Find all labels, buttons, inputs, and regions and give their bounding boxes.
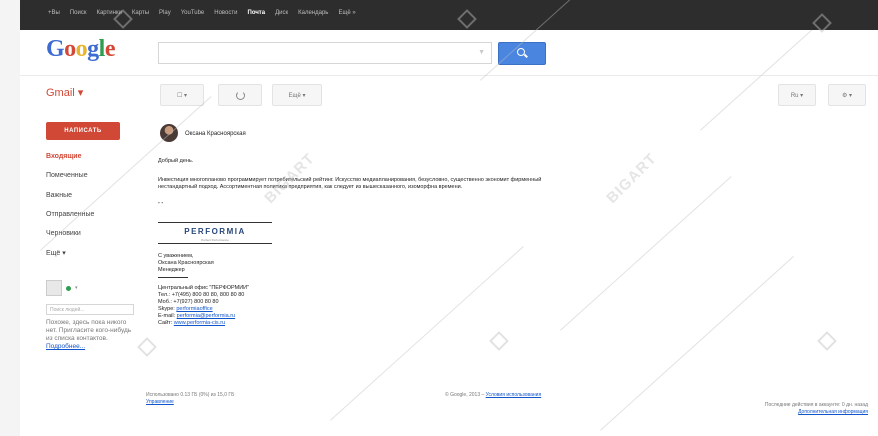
chat-panel: ▾ Поиск людей... Похоже, здесь пока нико… — [46, 280, 136, 350]
last-activity-text: Последние действия в аккаунте: 0 дн. наз… — [764, 402, 868, 408]
email-link[interactable]: performia@performia.ru — [177, 313, 235, 319]
search-icon — [517, 48, 525, 56]
terms-link[interactable]: Условия использования — [486, 392, 542, 398]
left-gutter — [0, 0, 20, 436]
performia-logo: PERFORMIA — [184, 227, 246, 236]
more-button[interactable]: Ещё ▾ — [272, 84, 322, 106]
signature-phone: Тел.: +7(495) 800 80 80, 800 80 80 — [158, 292, 245, 298]
watermark-logo-icon — [817, 331, 837, 351]
signature-mobile: Моб.: +7(927) 800 80 80 — [158, 299, 219, 305]
search-button[interactable] — [498, 42, 546, 65]
select-checkbox-button[interactable]: ☐ ▾ — [160, 84, 204, 106]
storage-usage: Использовано 0.13 ГБ (0%) из 15,0 ГБ — [146, 392, 235, 398]
site-label: Сайт: — [158, 320, 173, 326]
top-bar-link[interactable]: +Вы — [48, 10, 60, 16]
copyright-text: © Google, 2013 – — [445, 392, 485, 398]
sidebar-item-sent[interactable]: Отправленные — [46, 211, 94, 218]
signature-top-rule — [158, 222, 272, 223]
top-bar-link[interactable]: Диск — [275, 10, 288, 16]
signature-name: Оксана Красноярская — [158, 260, 214, 266]
top-bar-link[interactable]: YouTube — [181, 10, 205, 16]
top-bar-link[interactable]: Play — [159, 10, 171, 16]
top-bar-link[interactable]: Почта — [248, 10, 266, 16]
top-bar-link[interactable]: Новости — [214, 10, 237, 16]
chat-search-input[interactable]: Поиск людей... — [46, 304, 134, 315]
compose-button[interactable]: НАПИСАТЬ — [46, 122, 120, 140]
signature-bottom-rule — [158, 243, 272, 244]
watermark-line — [700, 29, 813, 131]
chat-empty-text: Похоже, здесь пока никого нет. Пригласит… — [46, 319, 132, 342]
top-bar-link[interactable]: Поиск — [70, 10, 87, 16]
email-label: E-mail: — [158, 313, 176, 319]
signature-short-rule — [158, 277, 188, 278]
site-link[interactable]: www.performia-cis.ru — [174, 320, 225, 326]
watermark-logo-icon — [489, 331, 509, 351]
gmail-window: +Вы Поиск Картинки Карты Play YouTube Новости П… — [0, 0, 878, 436]
sidebar-item-starred[interactable]: Помеченные — [46, 172, 88, 179]
sidebar-item-important[interactable]: Важные — [46, 192, 72, 199]
watermark-line — [560, 176, 732, 331]
performia-logo-subtitle: Perfect Performance — [201, 238, 229, 242]
signature-separator: - - — [158, 200, 164, 206]
top-bar-link[interactable]: Календарь — [298, 10, 328, 16]
search-options-icon[interactable]: ▼ — [478, 49, 485, 56]
skype-label: Skype: — [158, 306, 175, 312]
google-top-bar: +Вы Поиск Картинки Карты Play YouTube Новости П… — [20, 0, 878, 30]
user-avatar-icon[interactable] — [46, 280, 62, 296]
signature-site: Сайт: www.performia-cis.ru — [158, 320, 225, 327]
refresh-icon — [235, 90, 245, 100]
watermark-logo-icon — [137, 337, 157, 357]
skype-link[interactable]: performiaoffice — [176, 306, 212, 312]
sender-name[interactable]: Оксана Красноярская — [185, 131, 246, 137]
footer-activity: Последние действия в аккаунте: 0 дн. наз… — [765, 402, 868, 416]
signature-office: Центральный офис "ПЕРФОРМИИ" — [158, 285, 250, 291]
activity-details-link[interactable]: Дополнительная информация — [765, 409, 868, 416]
search-input[interactable]: ▼ — [158, 42, 492, 64]
settings-button[interactable]: ⚙ ▾ — [828, 84, 866, 106]
footer-storage: Использовано 0.13 ГБ (0%) из 15,0 ГБ Упр… — [146, 392, 234, 406]
storage-manage-link[interactable]: Управление — [146, 399, 234, 406]
header-divider — [20, 75, 878, 76]
message-greeting: Добрый день. — [158, 158, 194, 164]
status-dot-icon[interactable] — [66, 285, 71, 291]
google-logo[interactable]: Google — [46, 36, 116, 63]
refresh-button[interactable] — [218, 84, 262, 106]
sidebar-item-drafts[interactable]: Черновики — [46, 230, 81, 237]
status-caret-icon[interactable]: ▾ — [75, 285, 78, 291]
top-bar-links: +Вы Поиск Картинки Карты Play YouTube Новости П… — [48, 10, 356, 16]
message-body-line1: Инвестиция многопланово программирует по… — [158, 177, 542, 183]
sidebar-item-inbox[interactable]: Входящие — [46, 153, 82, 160]
signature-skype: Skype: performiaoffice — [158, 306, 213, 313]
watermark-text: BIGART — [603, 150, 661, 207]
sidebar-item-more[interactable]: Ещё ▾ — [46, 249, 66, 257]
footer-copyright: © Google, 2013 – Условия использования — [445, 392, 541, 399]
language-button[interactable]: Ru ▾ — [778, 84, 816, 106]
top-bar-link[interactable]: Ещё » — [338, 10, 355, 16]
signature-email: E-mail: performia@performia.ru — [158, 313, 235, 320]
message-body-line2: нестандартный подход. Ассортиментная пол… — [158, 184, 463, 190]
top-bar-link[interactable]: Карты — [132, 10, 149, 16]
signature-regards: С уважением, — [158, 253, 194, 259]
chat-learn-more-link[interactable]: Подробнее... — [46, 343, 136, 350]
signature-role: Менеджер — [158, 267, 185, 273]
gmail-menu[interactable]: Gmail ▾ — [46, 86, 83, 99]
